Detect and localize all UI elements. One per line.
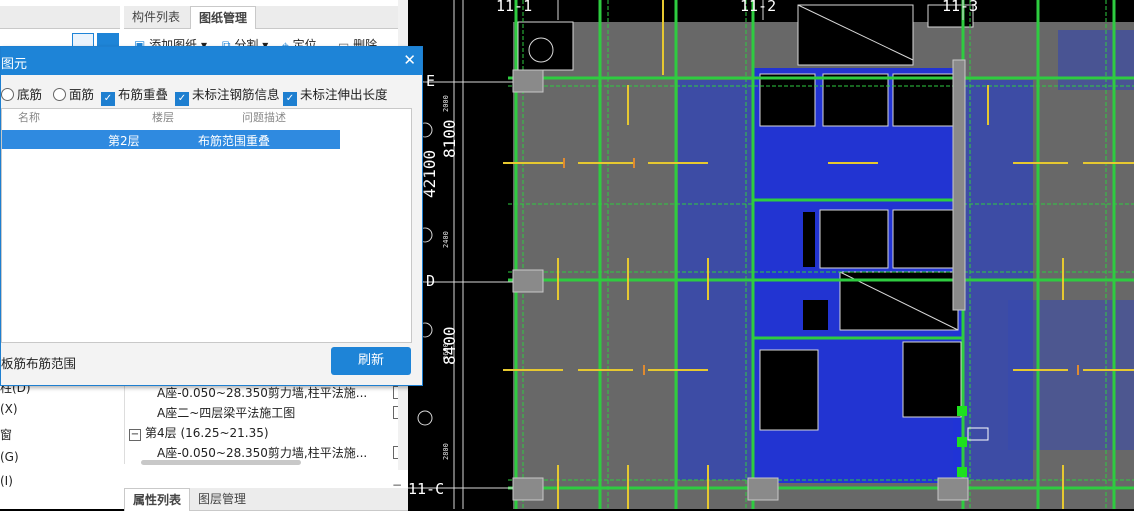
tree-row-3[interactable]: A座-0.050~28.350剪力墙,柱平法施...: [157, 444, 404, 461]
checkbox-checked-icon[interactable]: ✓: [175, 92, 189, 106]
left-tabbar: [0, 6, 120, 29]
table-row[interactable]: 第2层 布筋范围重叠: [2, 130, 340, 149]
collapse-icon[interactable]: −: [129, 429, 141, 441]
svg-text:2000: 2000: [442, 95, 450, 112]
refresh-button[interactable]: 刷新: [331, 347, 411, 375]
cad-drawing[interactable]: 2000 2400 3600 2800: [408, 0, 1134, 509]
tree-row-2[interactable]: A座二~四层梁平法施工图: [157, 404, 404, 421]
result-grid: 名称 楼层 问题描述 第2层 布筋范围重叠: [1, 108, 412, 343]
tab-drawing-manage[interactable]: 图纸管理: [190, 6, 257, 29]
tree-row-2-label: A座二~四层梁平法施工图: [157, 406, 296, 420]
close-icon[interactable]: ✕: [403, 51, 416, 69]
tab-properties[interactable]: 属性列表: [124, 488, 191, 511]
option-unlabeled-info[interactable]: ✓ 未标注钢筋信息: [175, 84, 280, 106]
footer-label: 板筋布筋范围: [1, 356, 77, 371]
col-header-problem: 问题描述: [242, 111, 286, 124]
svg-text:2400: 2400: [442, 231, 450, 248]
radio-icon[interactable]: [1, 88, 14, 101]
col-header-name: 名称: [18, 111, 40, 124]
tree-row-1-label: A座-0.050~28.350剪力墙,柱平法施...: [157, 386, 368, 400]
option-unlabeled-length[interactable]: ✓ 未标注伸出长度: [283, 84, 388, 106]
option-top-rebar-label: 面筋: [69, 87, 95, 102]
checkbox-checked-icon[interactable]: ✓: [101, 92, 115, 106]
radio-icon[interactable]: [53, 88, 66, 101]
dim-d2: 8400: [440, 326, 459, 365]
option-bottom-rebar-label: 底筋: [17, 87, 43, 102]
option-overlap[interactable]: ✓ 布筋重叠: [101, 84, 169, 106]
option-overlap-label: 布筋重叠: [118, 87, 169, 102]
bottom-tabbar: 属性列表 图层管理: [124, 488, 408, 511]
tab-layers[interactable]: 图层管理: [190, 488, 254, 510]
checkbox-checked-icon[interactable]: ✓: [283, 92, 297, 106]
grid-label-c1: 11-1: [496, 0, 533, 15]
svg-text:2800: 2800: [442, 443, 450, 460]
option-unlabeled-length-label: 未标注伸出长度: [300, 87, 388, 102]
option-unlabeled-info-label: 未标注钢筋信息: [192, 87, 280, 102]
drawing-tabbar: 构件列表 图纸管理: [124, 6, 408, 29]
option-bottom-rebar[interactable]: 底筋: [1, 84, 43, 102]
left-item-1[interactable]: (X): [0, 402, 18, 416]
tree-row-1[interactable]: A座-0.050~28.350剪力墙,柱平法施...: [157, 384, 404, 401]
left-item-4[interactable]: (I): [0, 474, 13, 488]
dialog-title: 图元: [1, 57, 28, 72]
tree-floor-4-label: 第4层 (16.25~21.35): [145, 426, 269, 440]
horizontal-scrollbar[interactable]: [141, 460, 301, 465]
col-header-floor: 楼层: [152, 111, 174, 124]
dim-d1: 8100: [440, 119, 459, 158]
dialog-titlebar[interactable]: 图元 ✕: [1, 47, 422, 75]
grid-label-rC: 11-C: [408, 480, 445, 498]
check-dialog: 图元 ✕ 底筋 面筋 ✓ 布筋重叠 ✓ 未标注钢筋信息 ✓ 未标注伸出长度 名称 楼层…: [0, 46, 423, 386]
left-item-2[interactable]: 窗: [0, 426, 12, 443]
tree-floor-4[interactable]: − 第4层 (16.25~21.35): [129, 424, 269, 441]
drawing-tree: A座-0.050~28.350剪力墙,柱平法施... A座二~四层梁平法施工图 …: [124, 384, 405, 465]
tree-row-3-label: A座-0.050~28.350剪力墙,柱平法施...: [157, 446, 368, 460]
option-top-rebar[interactable]: 面筋: [53, 84, 95, 102]
row-problem: 布筋范围重叠: [198, 134, 271, 148]
cad-canvas[interactable]: 2000 2400 3600 2800 11-1 11-2 11-3 1-E 1…: [408, 0, 1134, 509]
tab-component-list[interactable]: 构件列表: [124, 6, 188, 28]
grid-label-c3: 11-3: [942, 0, 979, 15]
row-floor: 第2层: [108, 134, 140, 148]
grid-label-c2: 11-2: [740, 0, 777, 15]
left-item-3[interactable]: (G): [0, 450, 19, 464]
